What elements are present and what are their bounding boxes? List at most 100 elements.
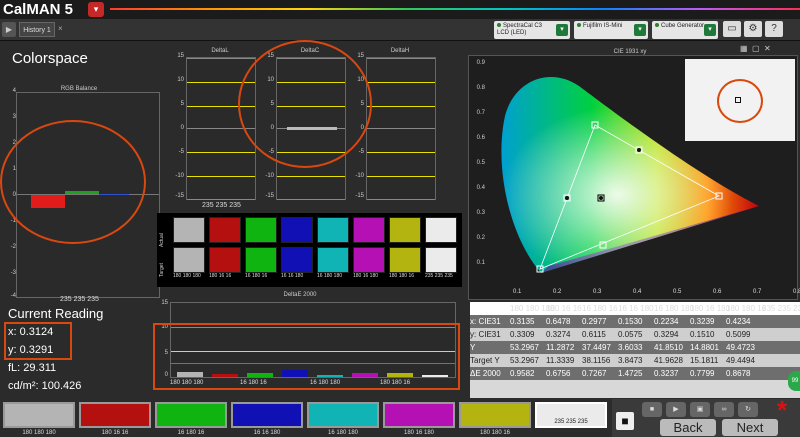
table-cell: x: CIE31 <box>470 317 501 326</box>
table-row[interactable]: Target Y 53.2967 11.3339 38.1156 3.8473 41.96… <box>470 354 800 367</box>
y-tick: -15 <box>355 193 364 199</box>
table-row[interactable]: ΔE 2000 0.9582 0.6756 0.7267 1.4725 0.3237 0.7… <box>470 367 800 380</box>
x-tick: 180 180 180 <box>170 380 204 386</box>
header-cell: 180 180 180 <box>510 304 555 313</box>
row-label-target: Target <box>159 263 165 277</box>
back-button[interactable]: Back <box>660 419 716 436</box>
grid-line <box>367 58 435 59</box>
header-cell: 16 180 180 <box>654 304 695 313</box>
table-cell: 49.4494 <box>726 356 755 365</box>
swatch-target <box>209 247 241 273</box>
play-button[interactable]: ▶ <box>666 402 686 417</box>
display-select[interactable]: Fujifilm IS-Mini ▾ <box>574 21 648 39</box>
table-cell: ΔE 2000 <box>470 369 501 378</box>
table-row[interactable]: x: CIE31 0.3135 0.6478 0.2977 0.1530 0.2234 0.… <box>470 315 800 328</box>
grid-line <box>187 176 255 177</box>
grid-line <box>367 106 435 107</box>
y-tick: 0.2 <box>476 235 485 241</box>
patch-button[interactable]: 235 235 235 <box>535 402 607 428</box>
monitor-icon[interactable]: ▭ <box>723 21 741 37</box>
swatch-target <box>173 247 205 273</box>
y-tick: 0 <box>180 125 184 131</box>
play-icon[interactable]: ▶ <box>2 22 16 37</box>
x-tick: 0.4 <box>633 289 642 295</box>
cie-panel: 0.9 0.8 0.7 0.6 0.5 0.4 0.3 0.2 0.1 0.1 0.2 0.3 0.4… <box>468 55 800 300</box>
swatch-target <box>317 247 349 273</box>
swatch-grid: Actual Target 180 180 180 180 16 16 16 180… <box>157 213 462 287</box>
patch-button[interactable]: 16 16 180 <box>231 402 303 436</box>
calman-window: CalMAN 5 ▾ ▶ History 1 × SpectraCal C3 L… <box>0 0 800 437</box>
y-tick: 0.4 <box>476 185 485 191</box>
table-row[interactable]: y: CIE31 0.3309 0.3274 0.6115 0.0575 0.3294 0.… <box>470 328 800 341</box>
patch-button[interactable]: 180 180 16 <box>459 402 531 436</box>
table-row[interactable]: Y 53.2967 11.2872 37.4497 3.6033 41.8510 14.88… <box>470 341 800 354</box>
current-reading-title: Current Reading <box>8 306 104 321</box>
measured-point <box>565 196 569 200</box>
patch-label: 16 180 16 <box>177 430 205 436</box>
asterisk-icon[interactable]: * <box>777 397 797 423</box>
patch-button[interactable]: 180 180 180 <box>3 402 75 436</box>
status-dot-icon <box>497 23 501 27</box>
loop-button[interactable]: ∞ <box>714 402 734 417</box>
swatch-label: 180 16 16 <box>209 273 232 279</box>
table-cell: 0.7799 <box>690 369 715 378</box>
table-cell: 0.3239 <box>690 317 715 326</box>
table-cell: 53.2967 <box>510 343 539 352</box>
tab-history[interactable]: History 1 <box>19 22 55 37</box>
swatch-target <box>389 247 421 273</box>
grid-line <box>367 176 435 177</box>
table-cell: Target Y <box>470 356 500 365</box>
window-icon[interactable]: ▢ <box>752 44 760 53</box>
stop-button[interactable]: ■ <box>642 402 662 417</box>
app-menu-button[interactable]: ▾ <box>88 2 104 17</box>
close-icon[interactable]: ✕ <box>764 44 771 53</box>
refresh-button[interactable]: ↻ <box>738 402 758 417</box>
chevron-down-icon[interactable]: ▾ <box>704 24 716 36</box>
x-tick: 0.1 <box>513 289 522 295</box>
y-tick: -10 <box>355 173 364 179</box>
swatch-actual <box>173 217 205 243</box>
help-icon[interactable]: ? <box>765 21 783 37</box>
table-cell: 37.4497 <box>582 343 611 352</box>
gear-icon[interactable]: ⚙ <box>744 21 762 37</box>
patch-button[interactable]: 180 16 16 <box>79 402 151 436</box>
swatch-actual <box>353 217 385 243</box>
table-cell: 0.6478 <box>546 317 571 326</box>
table-cell: 0.2234 <box>654 317 679 326</box>
swatch-actual <box>425 217 457 243</box>
next-button[interactable]: Next <box>722 419 778 436</box>
patch-label: 180 16 16 <box>101 430 129 436</box>
y-tick: 15 <box>177 53 184 59</box>
header-cell: 16 180 16 <box>582 304 618 313</box>
save-button[interactable]: ▣ <box>690 402 710 417</box>
swatch-label: 180 16 180 <box>353 273 379 279</box>
y-tick: 10 <box>177 77 184 83</box>
chevron-down-icon[interactable]: ▾ <box>556 24 568 36</box>
grid-line <box>367 199 435 200</box>
header-cell: 235 235 235 <box>762 304 800 313</box>
generator-name: Cube Generator <box>661 23 705 29</box>
patch-button[interactable]: 180 16 180 <box>383 402 455 436</box>
deltaH-title: DeltaH <box>390 48 410 54</box>
x-tick: 0.5 <box>673 289 682 295</box>
table-cell: 0.1530 <box>618 317 643 326</box>
deltaL-title: DeltaL <box>211 48 229 54</box>
swatch-target <box>425 247 457 273</box>
table-cell: 53.2967 <box>510 356 539 365</box>
page-title: Colorspace <box>12 50 88 67</box>
table-header: 180 180 180180 16 1616 180 1616 16 18016… <box>470 302 800 315</box>
header-cell: 180 180 16 <box>726 304 767 313</box>
grid-icon[interactable]: ▦ <box>740 44 748 53</box>
meter-select[interactable]: SpectraCal C3 LCD (LED) ▾ <box>494 21 570 39</box>
table-cell: 3.6033 <box>618 343 643 352</box>
generator-select[interactable]: Cube Generator ▾ <box>652 21 718 39</box>
y-tick: 0.8 <box>476 85 485 91</box>
grid-line <box>367 152 435 153</box>
patch-button[interactable]: 16 180 180 <box>307 402 379 436</box>
patch-button[interactable]: 16 180 16 <box>155 402 227 436</box>
chevron-down-icon[interactable]: ▾ <box>634 24 646 36</box>
y-tick: 0.5 <box>476 160 485 166</box>
close-tab-icon[interactable]: × <box>58 23 68 35</box>
stop-icon[interactable]: ■ <box>616 412 634 430</box>
swatch-label: 180 180 180 <box>173 273 201 279</box>
